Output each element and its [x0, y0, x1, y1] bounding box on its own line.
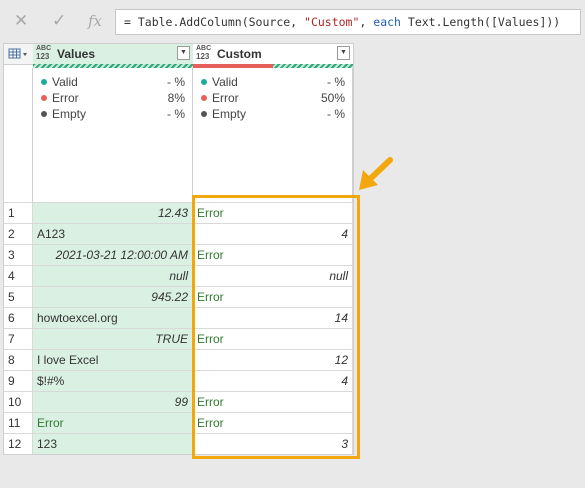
column-quality-values: Valid - % Error 8% Empty - %	[33, 68, 193, 202]
quality-label: Empty	[212, 107, 247, 121]
cell-custom[interactable]: 4	[193, 223, 353, 244]
table-row: 3 2021-03-21 12:00:00 AM Error	[4, 244, 353, 265]
column-title: Custom	[217, 47, 262, 61]
table-row: 12 123 3	[4, 433, 353, 454]
cell-values[interactable]: Error	[33, 412, 193, 433]
cell-values[interactable]: TRUE	[33, 328, 193, 349]
table-row: 2 A123 4	[4, 223, 353, 244]
table-row: 4 null null	[4, 265, 353, 286]
row-number[interactable]: 5	[4, 286, 33, 307]
row-number[interactable]: 12	[4, 433, 33, 454]
quality-stat-valid: Valid - %	[39, 74, 185, 90]
cell-values[interactable]: null	[33, 265, 193, 286]
table-menu-button[interactable]	[4, 44, 34, 65]
table-row: 7 TRUE Error	[4, 328, 353, 349]
cell-custom[interactable]: Error	[193, 244, 353, 265]
quality-percent: 50%	[320, 91, 345, 105]
chevron-down-icon[interactable]: ▼	[177, 46, 190, 60]
column-title: Values	[57, 47, 96, 61]
status-dot-icon	[201, 95, 207, 102]
table-row: 9 $!#% 4	[4, 370, 353, 391]
cell-custom[interactable]: Error	[193, 412, 353, 433]
column-header-custom[interactable]: ABC 123 Custom ▼	[193, 44, 354, 65]
row-number[interactable]: 1	[4, 202, 33, 223]
cell-values[interactable]: A123	[33, 223, 193, 244]
formula-bar: ✕ ✓ fx = Table.AddColumn(Source, "Custom…	[0, 0, 585, 44]
cell-values[interactable]: 123	[33, 433, 193, 454]
row-number[interactable]: 3	[4, 244, 33, 265]
cell-custom[interactable]: null	[193, 265, 353, 286]
table-row: 11 Error Error	[4, 412, 353, 433]
status-dot-icon	[41, 111, 47, 118]
data-grid: ABC 123 Values ▼ ABC 123 Custom ▼ Valid - %…	[3, 43, 354, 455]
column-header-values[interactable]: ABC 123 Values ▼	[33, 44, 194, 65]
quality-stat-empty: Empty - %	[199, 106, 345, 122]
cell-custom[interactable]: Error	[193, 202, 353, 223]
quality-percent: - %	[327, 75, 345, 89]
formula-string: "Custom"	[304, 15, 360, 29]
quality-label: Error	[212, 91, 239, 105]
any-type-icon[interactable]: ABC 123	[36, 45, 51, 61]
formula-input[interactable]: = Table.AddColumn(Source, "Custom", each…	[115, 9, 581, 35]
table-row: 6 howtoexcel.org 14	[4, 307, 353, 328]
row-number[interactable]: 4	[4, 265, 33, 286]
status-dot-icon	[201, 111, 207, 118]
status-dot-icon	[41, 79, 47, 86]
table-row: 10 99 Error	[4, 391, 353, 412]
quality-stat-empty: Empty - %	[39, 106, 185, 122]
cell-values[interactable]: howtoexcel.org	[33, 307, 193, 328]
row-number[interactable]: 7	[4, 328, 33, 349]
cell-custom[interactable]: Error	[193, 391, 353, 412]
cell-values[interactable]: 945.22	[33, 286, 193, 307]
cell-values[interactable]: I love Excel	[33, 349, 193, 370]
table-body: 1 12.43 Error 2 A123 4 3 2021-03-21 12:00:00 AM…	[4, 202, 353, 454]
quality-label: Valid	[212, 75, 238, 89]
close-icon[interactable]: ✕	[14, 10, 28, 32]
table-row: 5 945.22 Error	[4, 286, 353, 307]
quality-percent: - %	[167, 107, 185, 121]
quality-label: Error	[52, 91, 79, 105]
cell-values[interactable]: 12.43	[33, 202, 193, 223]
formula-text-suffix: Text.Length([Values]))	[400, 15, 561, 29]
row-number[interactable]: 6	[4, 307, 33, 328]
row-number[interactable]: 11	[4, 412, 33, 433]
quality-label: Valid	[52, 75, 78, 89]
cell-values[interactable]: 2021-03-21 12:00:00 AM	[33, 244, 193, 265]
quality-label: Empty	[52, 107, 87, 121]
quality-stat-valid: Valid - %	[199, 74, 345, 90]
check-icon[interactable]: ✓	[52, 10, 66, 32]
cell-custom[interactable]: Error	[193, 328, 353, 349]
row-number[interactable]: 8	[4, 349, 33, 370]
cell-values[interactable]: $!#%	[33, 370, 193, 391]
cell-custom[interactable]: 14	[193, 307, 353, 328]
formula-keyword: each	[373, 15, 401, 29]
row-number[interactable]: 2	[4, 223, 33, 244]
status-dot-icon	[201, 79, 207, 86]
column-quality-custom: Valid - % Error 50% Empty - %	[193, 68, 353, 202]
table-icon	[8, 48, 27, 59]
row-header-blank	[4, 68, 33, 202]
quality-percent: 8%	[167, 91, 185, 105]
table-row: 1 12.43 Error	[4, 202, 353, 223]
formula-text-prefix: = Table.AddColumn(Source,	[124, 15, 305, 29]
quality-percent: - %	[327, 107, 345, 121]
chevron-down-icon[interactable]: ▼	[337, 46, 350, 60]
any-type-icon[interactable]: ABC 123	[196, 45, 211, 61]
fx-icon[interactable]: fx	[88, 10, 102, 32]
quality-stat-error: Error 50%	[199, 90, 345, 106]
cell-custom[interactable]: 3	[193, 433, 353, 454]
cell-custom[interactable]: Error	[193, 286, 353, 307]
quality-percent: - %	[167, 75, 185, 89]
cell-custom[interactable]: 4	[193, 370, 353, 391]
cell-values[interactable]: 99	[33, 391, 193, 412]
row-number[interactable]: 10	[4, 391, 33, 412]
quality-stat-error: Error 8%	[39, 90, 185, 106]
row-number[interactable]: 9	[4, 370, 33, 391]
arrow-down-left-icon	[359, 157, 393, 190]
status-dot-icon	[41, 95, 47, 102]
cell-custom[interactable]: 12	[193, 349, 353, 370]
table-row: 8I love Excel 12	[4, 349, 353, 370]
formula-text-mid: ,	[359, 15, 374, 29]
